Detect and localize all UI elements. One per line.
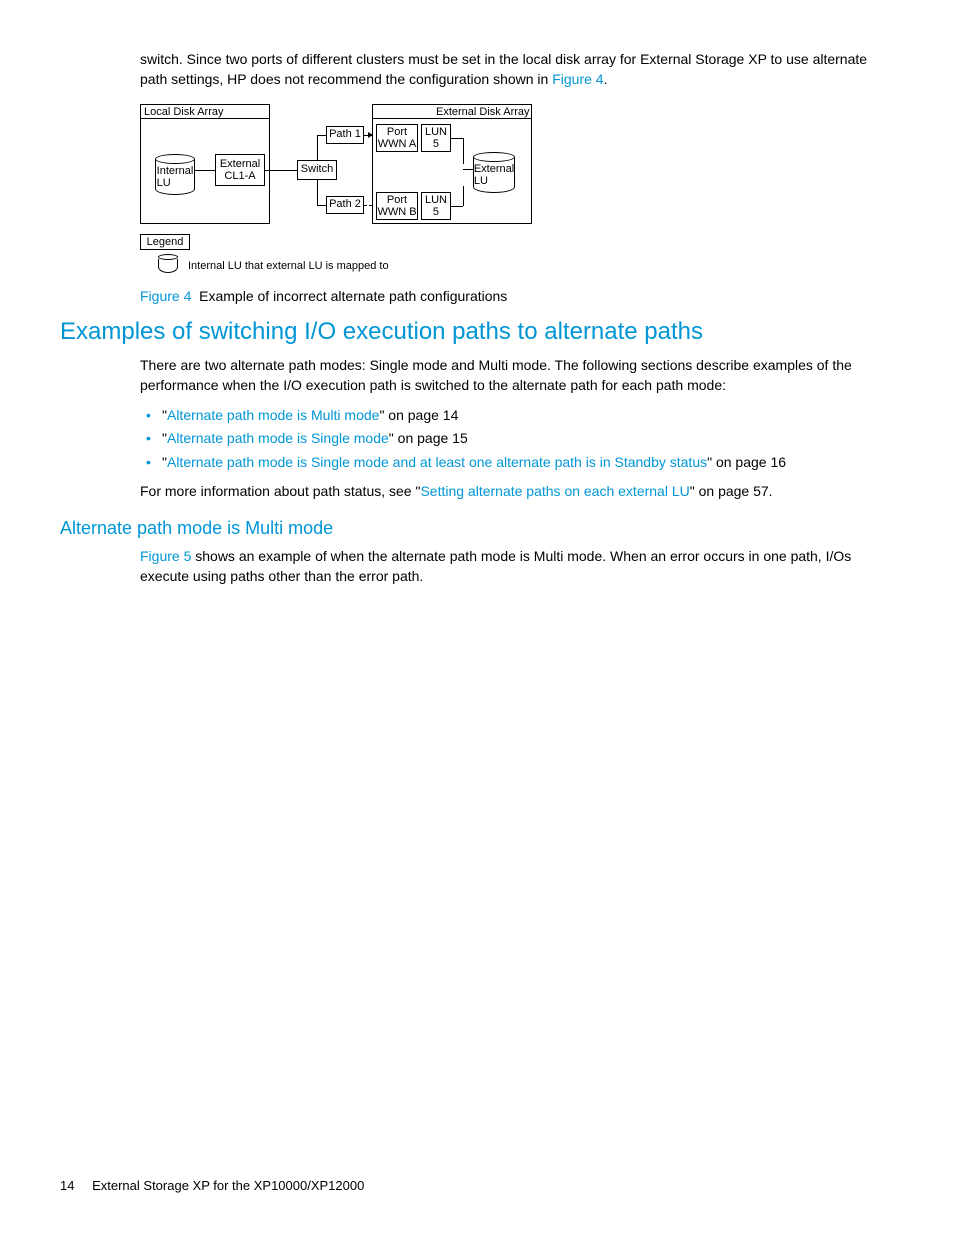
connector-line (265, 170, 297, 171)
switch-box: Switch (297, 160, 337, 180)
connector-line (463, 169, 473, 170)
list-item: "Alternate path mode is Single mode" on … (162, 429, 894, 449)
external-cl1a-box: External CL1-A (215, 154, 265, 186)
section-heading-examples: Examples of switching I/O execution path… (60, 315, 894, 349)
subsection-heading-multi-mode: Alternate path mode is Multi mode (60, 516, 894, 541)
connector-dashed (364, 205, 372, 206)
link-single-mode[interactable]: Alternate path mode is Single mode (167, 430, 389, 446)
bullet-list: "Alternate path mode is Multi mode" on p… (140, 406, 894, 473)
connector-line (451, 206, 463, 207)
port-wwn-b-box: Port WWN B (376, 192, 418, 220)
footer-title: External Storage XP for the XP10000/XP12… (92, 1178, 364, 1193)
intro-continuation-paragraph: switch. Since two ports of different clu… (140, 50, 894, 89)
connector-arrow (364, 135, 372, 136)
connector-line (463, 186, 464, 206)
connector-line (317, 205, 326, 206)
link-multi-mode[interactable]: Alternate path mode is Multi mode (167, 407, 379, 423)
text: switch. Since two ports of different clu… (140, 51, 867, 87)
figure-4-caption: Figure 4 Example of incorrect alternate … (140, 287, 894, 307)
legend-title-box: Legend (140, 234, 190, 250)
connector-line (317, 135, 326, 136)
figure-4-link[interactable]: Figure 4 (552, 71, 603, 87)
connector-line (451, 138, 463, 139)
page-footer: 14 External Storage XP for the XP10000/X… (60, 1177, 364, 1195)
divider (140, 118, 270, 119)
path1-box: Path 1 (326, 126, 364, 144)
page-number: 14 (60, 1178, 74, 1193)
external-lu-cylinder-icon: External LU (473, 152, 515, 194)
legend-text: Internal LU that external LU is mapped t… (188, 259, 389, 274)
subsection-paragraph: Figure 5 shows an example of when the al… (140, 547, 894, 586)
port-wwn-a-box: Port WWN A (376, 124, 418, 152)
lun-5-top-box: LUN 5 (421, 124, 451, 152)
figure-4-diagram: Local Disk Array Internal LU External CL… (140, 104, 894, 279)
figure-4-caption-text: Example of incorrect alternate path conf… (199, 288, 507, 304)
text: . (604, 71, 608, 87)
list-item: "Alternate path mode is Single mode and … (162, 453, 894, 473)
intro-paragraph: There are two alternate path modes: Sing… (140, 356, 894, 395)
path2-box: Path 2 (326, 196, 364, 214)
connector-line (195, 170, 215, 171)
lun-5-bottom-box: LUN 5 (421, 192, 451, 220)
connector-line (317, 135, 318, 160)
figure-4-label: Figure 4 (140, 288, 191, 304)
link-setting-alternate-paths[interactable]: Setting alternate paths on each external… (420, 483, 689, 499)
link-single-standby[interactable]: Alternate path mode is Single mode and a… (167, 454, 707, 470)
legend-cylinder-icon (158, 254, 178, 272)
connector-line (317, 180, 318, 205)
more-info-paragraph: For more information about path status, … (140, 482, 894, 502)
list-item: "Alternate path mode is Multi mode" on p… (162, 406, 894, 426)
connector-line (463, 138, 464, 164)
internal-lu-cylinder-icon: Internal LU (155, 154, 195, 196)
divider (372, 118, 532, 119)
figure-5-link[interactable]: Figure 5 (140, 548, 191, 564)
